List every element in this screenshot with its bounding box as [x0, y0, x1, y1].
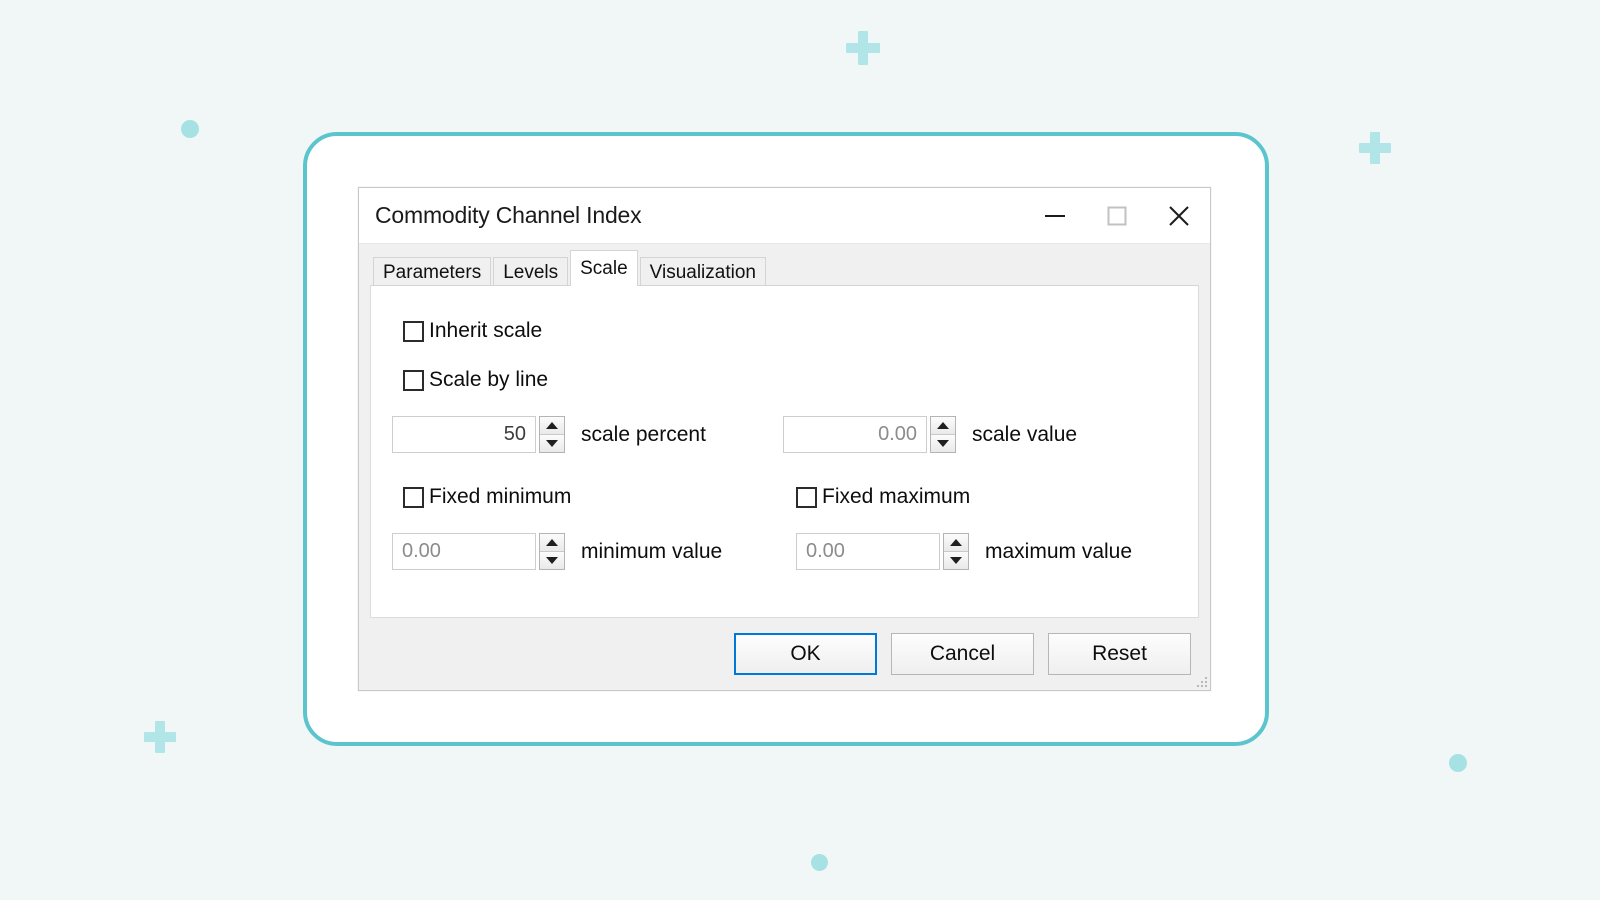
scale-percent-field[interactable]: 50	[392, 416, 565, 453]
scale-by-line-checkbox[interactable]: Scale by line	[403, 368, 548, 392]
minimize-button[interactable]	[1024, 188, 1086, 243]
arrow-up-icon	[546, 539, 558, 546]
inherit-scale-checkbox[interactable]: Inherit scale	[403, 319, 542, 343]
maximum-value-input[interactable]: 0.00	[796, 533, 940, 570]
maximum-value-stepper[interactable]	[943, 533, 969, 570]
scale-value-stepper[interactable]	[930, 416, 956, 453]
scale-by-line-label: Scale by line	[429, 368, 549, 391]
stepper-down-button[interactable]	[931, 434, 955, 452]
checkbox-box-icon	[796, 486, 817, 508]
ok-button[interactable]: OK	[734, 633, 877, 675]
maximize-button[interactable]	[1086, 188, 1148, 243]
reset-button[interactable]: Reset	[1048, 633, 1191, 675]
arrow-up-icon	[546, 422, 558, 429]
dialog-titlebar[interactable]: Commodity Channel Index	[359, 188, 1210, 244]
fixed-minimum-checkbox[interactable]: Fixed minimum	[403, 485, 571, 509]
arrow-down-icon	[546, 557, 558, 564]
scale-value-input[interactable]: 0.00	[783, 416, 927, 453]
dialog-footer: OK Cancel Reset	[359, 618, 1210, 690]
fixed-maximum-checkbox[interactable]: Fixed maximum	[796, 485, 970, 509]
maximum-value-field[interactable]: 0.00	[796, 533, 969, 570]
minimum-value-input[interactable]: 0.00	[392, 533, 536, 570]
dialog-title: Commodity Channel Index	[375, 202, 642, 228]
fixed-maximum-label: Fixed maximum	[822, 485, 971, 508]
window-controls	[1024, 188, 1210, 243]
tab-parameters[interactable]: Parameters	[373, 257, 492, 285]
checkbox-box-icon	[403, 320, 424, 342]
arrow-down-icon	[950, 557, 962, 564]
tab-levels[interactable]: Levels	[493, 257, 569, 285]
stepper-up-button[interactable]	[540, 417, 564, 434]
scale-percent-caption: scale percent	[581, 422, 706, 446]
decor-dot-left	[181, 120, 199, 138]
stepper-up-button[interactable]	[540, 534, 564, 551]
arrow-up-icon	[950, 539, 962, 546]
dialog-tabs: Parameters Levels Scale Visualization	[359, 244, 1210, 286]
fixed-minimum-label: Fixed minimum	[429, 485, 572, 508]
arrow-down-icon	[546, 440, 558, 447]
checkbox-box-icon	[403, 486, 424, 508]
maximize-icon	[1107, 206, 1127, 226]
maximum-value-caption: maximum value	[985, 539, 1133, 563]
stepper-up-button[interactable]	[931, 417, 955, 434]
minimum-value-caption: minimum value	[581, 539, 723, 563]
resize-grip[interactable]	[1194, 674, 1207, 687]
stepper-up-button[interactable]	[944, 534, 968, 551]
scale-percent-input[interactable]: 50	[392, 416, 536, 453]
close-icon	[1167, 204, 1191, 228]
inherit-scale-label: Inherit scale	[429, 319, 543, 342]
decor-plus-bottom-left	[144, 721, 176, 753]
scale-value-field[interactable]: 0.00	[783, 416, 956, 453]
scale-percent-stepper[interactable]	[539, 416, 565, 453]
scale-tab-panel: Inherit scale Scale by line 50 scale per…	[370, 285, 1199, 618]
commodity-channel-index-dialog: Commodity Channel Index Parameters Level…	[358, 187, 1211, 691]
stepper-down-button[interactable]	[944, 551, 968, 569]
stepper-down-button[interactable]	[540, 434, 564, 452]
decor-dot-bottom	[811, 854, 828, 871]
decor-plus-top	[846, 31, 880, 65]
minimum-value-stepper[interactable]	[539, 533, 565, 570]
tab-scale[interactable]: Scale	[570, 250, 638, 286]
scale-value-caption: scale value	[972, 422, 1078, 446]
decor-plus-top-right	[1359, 132, 1391, 164]
close-button[interactable]	[1148, 188, 1210, 243]
stepper-down-button[interactable]	[540, 551, 564, 569]
arrow-up-icon	[937, 422, 949, 429]
arrow-down-icon	[937, 440, 949, 447]
checkbox-box-icon	[403, 369, 424, 391]
cancel-button[interactable]: Cancel	[891, 633, 1034, 675]
tab-visualization[interactable]: Visualization	[639, 257, 766, 285]
minimum-value-field[interactable]: 0.00	[392, 533, 565, 570]
minimize-icon	[1044, 209, 1066, 223]
decor-dot-bottom-right	[1449, 754, 1467, 772]
